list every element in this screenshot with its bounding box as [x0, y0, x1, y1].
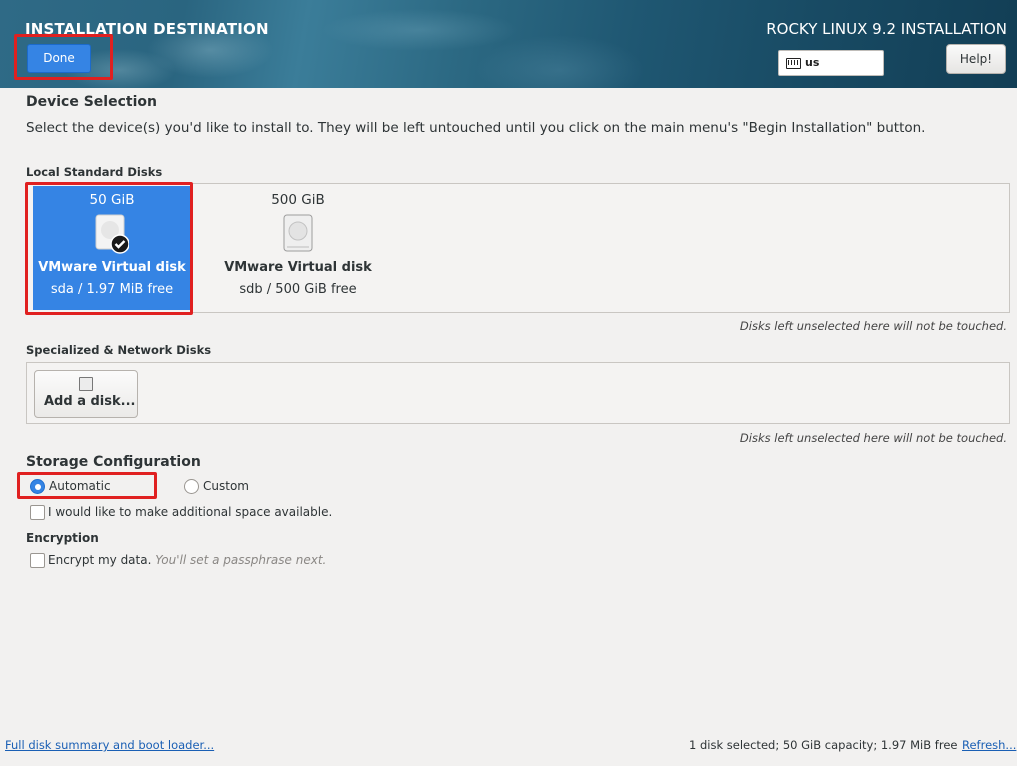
- add-disk-button[interactable]: Add a disk...: [34, 370, 138, 418]
- specialized-disks-panel: [26, 362, 1010, 424]
- harddisk-icon: [283, 214, 313, 252]
- help-button[interactable]: Help!: [946, 44, 1006, 74]
- specialized-disks-note: Disks left unselected here will not be t…: [739, 431, 1007, 445]
- encrypt-hint: You'll set a passphrase next.: [155, 553, 327, 567]
- device-selection-heading: Device Selection: [26, 94, 157, 110]
- disk-name: VMware Virtual disk: [224, 260, 372, 275]
- highlight-disk: [25, 182, 193, 315]
- full-disk-summary-link[interactable]: Full disk summary and boot loader...: [5, 738, 214, 752]
- custom-radio[interactable]: [184, 479, 199, 494]
- add-disk-label: Add a disk...: [44, 394, 136, 409]
- disk-free: sdb / 500 GiB free: [239, 282, 357, 297]
- refresh-link[interactable]: Refresh...: [962, 738, 1016, 752]
- reclaim-space-label[interactable]: I would like to make additional space av…: [48, 505, 332, 519]
- encrypt-label[interactable]: Encrypt my data. You'll set a passphrase…: [48, 553, 326, 567]
- highlight-done: [14, 34, 113, 80]
- storage-configuration-heading: Storage Configuration: [26, 454, 201, 470]
- keyboard-icon: [786, 58, 801, 69]
- specialized-disks-heading: Specialized & Network Disks: [26, 343, 212, 357]
- device-selection-description: Select the device(s) you'd like to insta…: [26, 120, 926, 136]
- disk-icon: [79, 377, 93, 391]
- keyboard-layout-indicator[interactable]: us: [778, 50, 884, 76]
- disk-status-summary: 1 disk selected; 50 GiB capacity; 1.97 M…: [689, 738, 958, 752]
- product-title: ROCKY LINUX 9.2 INSTALLATION: [766, 20, 1007, 38]
- encryption-heading: Encryption: [26, 531, 99, 545]
- custom-label[interactable]: Custom: [203, 479, 249, 493]
- disk-sdb[interactable]: 500 GiB VMware Virtual disk sdb / 500 Gi…: [219, 186, 377, 310]
- local-disks-heading: Local Standard Disks: [26, 165, 163, 179]
- disk-size: 500 GiB: [271, 192, 325, 208]
- reclaim-space-checkbox[interactable]: [30, 505, 45, 520]
- encrypt-label-text: Encrypt my data.: [48, 553, 152, 567]
- local-disks-note: Disks left unselected here will not be t…: [739, 319, 1007, 333]
- encrypt-checkbox[interactable]: [30, 553, 45, 568]
- keyboard-layout-label: us: [805, 56, 820, 69]
- header-banner: INSTALLATION DESTINATION ROCKY LINUX 9.2…: [0, 0, 1017, 88]
- highlight-automatic: [17, 472, 157, 499]
